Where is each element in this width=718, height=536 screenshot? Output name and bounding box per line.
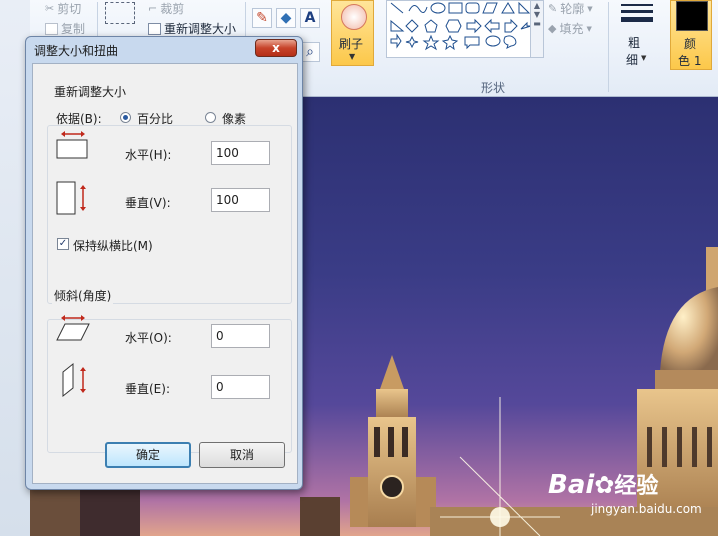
- dialog-titlebar[interactable]: 调整大小和扭曲 x: [26, 37, 302, 63]
- dialog-body: 重新调整大小 依据(B): 百分比 像素 水平(H): 垂直(V): ✓ 保持纵…: [32, 63, 298, 484]
- brush-icon: [341, 4, 367, 30]
- crop-button[interactable]: ⌐ 裁剪: [148, 0, 184, 17]
- color1-swatch: [676, 1, 708, 31]
- shape-icons: [390, 1, 532, 51]
- shapes-scrollbar[interactable]: ▲ ▼ ▬: [530, 0, 544, 58]
- ribbon-separator: [608, 2, 609, 92]
- ok-label: 确定: [135, 448, 160, 462]
- color1-button[interactable]: 颜 色 1: [670, 0, 712, 70]
- resize-button[interactable]: 重新调整大小: [148, 20, 236, 37]
- vertical-resize-icon: [56, 181, 86, 215]
- vertical-input[interactable]: [211, 188, 270, 212]
- shapes-group-label: 形状: [481, 81, 506, 95]
- pixels-radio[interactable]: [205, 112, 216, 123]
- watermark-brand: Bai: [548, 470, 595, 500]
- watermark: Bai✿经验: [548, 468, 658, 500]
- outline-button[interactable]: ✎ 轮廓 ▼: [548, 0, 593, 17]
- watermark-brand-suffix: 经验: [614, 474, 659, 499]
- line-width-icon: [621, 4, 653, 24]
- skew-vertical-input[interactable]: [211, 375, 270, 399]
- cut-button[interactable]: ✂ 剪切: [45, 0, 81, 17]
- skew-horizontal-icon: [56, 315, 90, 341]
- fill-button[interactable]: ◆ 填充 ▼: [548, 20, 592, 37]
- skew-horizontal-label: 水平(O):: [125, 331, 172, 345]
- scissors-icon: ✂: [45, 2, 55, 15]
- chevron-down-icon: ▼: [349, 52, 356, 61]
- watermark-url: jingyan.baidu.com: [591, 502, 702, 516]
- paw-icon: ✿: [594, 471, 615, 499]
- chevron-down-icon: ▼: [587, 4, 593, 13]
- resize-label: 重新调整大小: [164, 22, 237, 36]
- chevron-down-icon: ▼: [641, 54, 647, 62]
- vertical-label: 垂直(V):: [125, 196, 171, 210]
- keep-ratio-checkbox[interactable]: ✓: [57, 238, 69, 250]
- resize-icon: [148, 22, 161, 35]
- skew-vertical-label: 垂直(E):: [125, 382, 170, 396]
- horizontal-label: 水平(H):: [125, 148, 172, 162]
- chevron-down-icon: ▼: [586, 24, 592, 33]
- percent-label[interactable]: 百分比: [137, 110, 173, 127]
- pencil-tool-icon[interactable]: ✎: [252, 8, 272, 28]
- color1-label-1: 颜: [684, 37, 697, 51]
- fill-bucket-icon[interactable]: ◆: [276, 8, 296, 28]
- cut-label: 剪切: [57, 2, 82, 16]
- skew-vertical-icon: [62, 362, 86, 398]
- brushes-button[interactable]: 刷子 ▼: [331, 0, 374, 66]
- percent-radio[interactable]: [120, 112, 131, 123]
- fill-icon: ◆: [548, 22, 557, 35]
- skew-group-title: 倾斜(角度): [52, 287, 114, 304]
- size-button[interactable]: 粗 细 ▼: [618, 0, 658, 70]
- ok-button[interactable]: 确定: [105, 442, 191, 468]
- brush-label: 刷子: [339, 37, 364, 51]
- horizontal-resize-icon: [56, 131, 88, 159]
- pixels-label[interactable]: 像素: [222, 110, 246, 127]
- outline-icon: ✎: [548, 2, 558, 15]
- by-label: 依据(B):: [56, 112, 102, 126]
- dialog-title: 调整大小和扭曲: [34, 44, 119, 58]
- copy-label: 复制: [61, 22, 86, 36]
- resize-group-title: 重新调整大小: [52, 83, 129, 100]
- skew-horizontal-input[interactable]: [211, 324, 270, 348]
- text-tool-icon[interactable]: A: [300, 8, 320, 28]
- magnifier-icon[interactable]: ⌕: [300, 42, 320, 62]
- size-label-1: 粗: [628, 36, 641, 50]
- shapes-gallery[interactable]: [386, 0, 534, 58]
- resize-skew-dialog: 调整大小和扭曲 x 重新调整大小 依据(B): 百分比 像素 水平(H): 垂直…: [25, 36, 303, 490]
- copy-icon: [45, 22, 58, 35]
- close-button[interactable]: x: [255, 39, 297, 57]
- crop-icon: ⌐: [148, 2, 158, 15]
- size-label-2: 细: [626, 53, 639, 67]
- copy-button[interactable]: 复制: [45, 20, 85, 37]
- color1-label-2: 色 1: [678, 54, 702, 68]
- horizontal-input[interactable]: [211, 141, 270, 165]
- cancel-button[interactable]: 取消: [199, 442, 285, 468]
- select-button[interactable]: [105, 2, 135, 24]
- crop-label: 裁剪: [160, 2, 185, 16]
- fill-label: 填充: [559, 22, 584, 36]
- close-icon: x: [272, 41, 280, 55]
- cancel-label: 取消: [229, 448, 254, 462]
- outline-label: 轮廓: [560, 2, 585, 16]
- keep-ratio-label[interactable]: 保持纵横比(M): [73, 237, 153, 254]
